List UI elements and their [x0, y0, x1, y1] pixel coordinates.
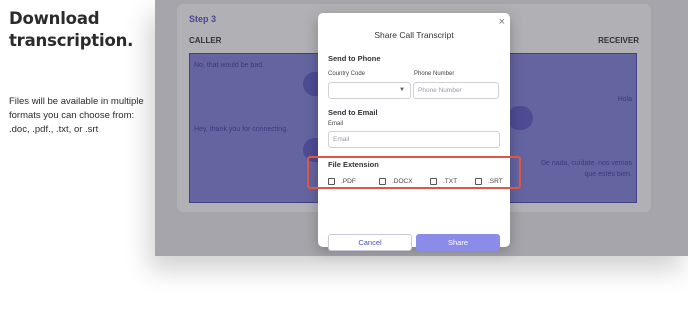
phone-number-label: Phone Number — [414, 71, 455, 77]
send-to-email-heading: Send to Email — [328, 108, 378, 117]
country-code-label: Country Code — [328, 71, 366, 77]
country-code-select[interactable]: ▼ — [328, 82, 411, 99]
email-label: Email — [328, 121, 344, 127]
page-title: Download transcription. — [9, 8, 149, 52]
email-input[interactable]: Email — [328, 131, 500, 148]
send-to-phone-heading: Send to Phone — [328, 54, 381, 63]
phone-number-input[interactable]: Phone Number — [413, 82, 499, 99]
title-line-2: transcription. — [9, 31, 134, 50]
modal-title: Share Call Transcript — [374, 30, 454, 40]
description-text: Files will be available in multiple form… — [9, 96, 144, 135]
chevron-down-icon: ▼ — [399, 87, 405, 93]
title-line-1: Download — [9, 9, 100, 28]
close-icon[interactable]: × — [499, 16, 505, 28]
share-transcript-modal: Share Call Transcript × Send to Phone Co… — [318, 13, 510, 251]
file-extension-highlight — [307, 156, 521, 189]
share-button[interactable]: Share — [416, 234, 500, 251]
cancel-button[interactable]: Cancel — [328, 234, 412, 251]
